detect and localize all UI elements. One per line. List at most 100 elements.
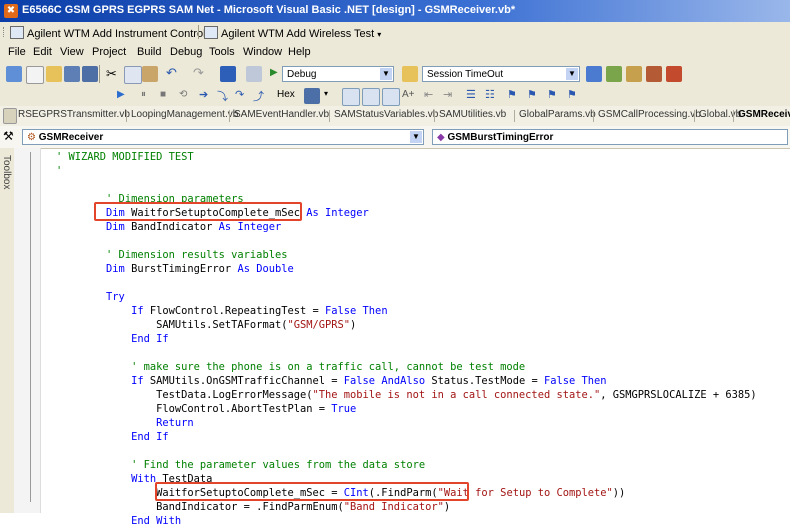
- add-instrument-control-button[interactable]: Agilent WTM Add Instrument Control: [10, 26, 206, 40]
- open-folder-icon[interactable]: [46, 66, 62, 82]
- code-token: End With: [56, 515, 182, 527]
- code-line[interactable]: ' make sure the phone is on a traffic ca…: [56, 360, 757, 374]
- navigate-backward-icon[interactable]: [220, 66, 236, 82]
- undo-icon[interactable]: ↶: [166, 65, 177, 81]
- class-name-select[interactable]: ⚙ GSMReceiver ▼: [22, 129, 424, 145]
- clear-bookmarks-icon[interactable]: ⚑: [567, 88, 577, 101]
- toolbox-strip[interactable]: [0, 148, 15, 513]
- menu-build[interactable]: Build: [137, 46, 161, 58]
- start-debug-icon[interactable]: ▶: [270, 67, 278, 78]
- properties-icon[interactable]: [606, 66, 622, 82]
- outline-line: [30, 152, 31, 502]
- continue-icon[interactable]: ▶: [117, 89, 125, 100]
- code-line[interactable]: If SAMUtils.OnGSMTrafficChannel = False …: [56, 374, 757, 388]
- comment-out-icon[interactable]: ☰: [466, 88, 476, 101]
- toolbox-icon[interactable]: [626, 66, 642, 82]
- tab-gsmreceiver[interactable]: GSMReceiver.vb: [738, 109, 790, 120]
- add-wireless-test-button[interactable]: Agilent WTM Add Wireless Test ▾: [204, 26, 381, 40]
- code-line[interactable]: [56, 178, 757, 192]
- code-line[interactable]: ' Dimension results variables: [56, 248, 757, 262]
- navigate-forward-icon[interactable]: [246, 66, 262, 82]
- tab-loopingmanagement[interactable]: LoopingManagement.vb: [131, 109, 238, 120]
- decrease-indent-icon[interactable]: ⇤: [424, 88, 433, 101]
- restart-icon[interactable]: ⟲: [179, 89, 187, 100]
- pause-icon[interactable]: ⏸: [141, 89, 146, 100]
- menu-view[interactable]: View: [60, 46, 84, 58]
- save-all-icon[interactable]: [82, 66, 98, 82]
- code-line[interactable]: SAMUtils.SetTAFormat("GSM/GPRS"): [56, 318, 757, 332]
- code-line[interactable]: [56, 234, 757, 248]
- tab-sameventhandler[interactable]: SAMEventHandler.vb: [234, 109, 329, 120]
- new-project-icon[interactable]: [6, 66, 22, 82]
- tab-gsmcallprocessing[interactable]: GSMCallProcessing.vb: [598, 109, 701, 120]
- tab-globalparams[interactable]: GlobalParams.vb: [519, 109, 596, 120]
- find-combo[interactable]: Session TimeOut ▼: [422, 66, 580, 82]
- code-line[interactable]: ' WIZARD MODIFIED TEST: [56, 150, 757, 164]
- code-line[interactable]: End If: [56, 332, 757, 346]
- uncomment-icon[interactable]: ☷: [485, 88, 495, 101]
- chevron-down-icon: ▾: [377, 30, 382, 39]
- code-line[interactable]: End With: [56, 514, 757, 528]
- method-name-select[interactable]: ◆ GSMBurstTimingError: [432, 129, 788, 145]
- object-browser-icon[interactable]: [646, 66, 662, 82]
- tab-samstatusvariables[interactable]: SAMStatusVariables.vb: [334, 109, 438, 120]
- code-line[interactable]: Dim BandIndicator As Integer: [56, 220, 757, 234]
- show-next-statement-icon[interactable]: ➔: [199, 88, 208, 101]
- tab-rsegprstransmitter[interactable]: RSEGPRSTransmitter.vb: [18, 109, 130, 120]
- code-line[interactable]: Try: [56, 290, 757, 304]
- code-line[interactable]: End If: [56, 430, 757, 444]
- code-line[interactable]: TestData.LogErrorMessage("The mobile is …: [56, 388, 757, 402]
- class-view-icon[interactable]: [666, 66, 682, 82]
- copy-icon[interactable]: [124, 66, 142, 84]
- complete-word-icon[interactable]: A+: [402, 89, 415, 100]
- toggle-bookmark-icon[interactable]: ⚑: [507, 88, 517, 101]
- add-item-icon[interactable]: [26, 66, 44, 84]
- save-icon[interactable]: [64, 66, 80, 82]
- code-line[interactable]: If FlowControl.RepeatingTest = False The…: [56, 304, 757, 318]
- chevron-down-icon[interactable]: ▾: [324, 89, 328, 98]
- quick-info-icon[interactable]: [382, 88, 400, 106]
- menu-help[interactable]: Help: [288, 46, 311, 58]
- breakpoints-icon[interactable]: [304, 88, 320, 104]
- find-in-files-icon[interactable]: [402, 66, 418, 82]
- menu-tools[interactable]: Tools: [209, 46, 235, 58]
- menu-debug[interactable]: Debug: [170, 46, 202, 58]
- next-bookmark-icon[interactable]: ⚑: [527, 88, 537, 101]
- menu-project[interactable]: Project: [92, 46, 126, 58]
- code-token: BandIndicator = .FindParmEnum(: [56, 501, 344, 513]
- code-line[interactable]: Return: [56, 416, 757, 430]
- hex-toggle-button[interactable]: Hex: [277, 89, 295, 100]
- code-line[interactable]: ' Find the parameter values from the dat…: [56, 458, 757, 472]
- paste-icon[interactable]: [142, 66, 158, 82]
- tab-global[interactable]: Global.vb: [699, 109, 741, 120]
- editor-gutter: [14, 148, 41, 513]
- redo-icon[interactable]: ↷: [193, 65, 204, 81]
- step-out-icon[interactable]: ⤴: [253, 88, 264, 104]
- code-line[interactable]: BandIndicator = .FindParmEnum("Band Indi…: [56, 500, 757, 514]
- toolbox-pin-icon[interactable]: ⚒: [3, 129, 14, 143]
- toolbox-tab[interactable]: Toolbox: [1, 155, 12, 189]
- object-members-icon[interactable]: [342, 88, 360, 106]
- code-line[interactable]: ': [56, 164, 757, 178]
- grip-handle[interactable]: [3, 27, 7, 37]
- code-line[interactable]: [56, 444, 757, 458]
- code-line[interactable]: FlowControl.AbortTestPlan = True: [56, 402, 757, 416]
- code-line[interactable]: [56, 346, 757, 360]
- stop-icon[interactable]: ■: [160, 89, 166, 100]
- code-line[interactable]: Dim BurstTimingError As Double: [56, 262, 757, 276]
- tab-samutilities[interactable]: SAMUtilities.vb: [439, 109, 506, 120]
- menu-edit[interactable]: Edit: [33, 46, 52, 58]
- step-over-icon[interactable]: ↷: [235, 88, 244, 101]
- code-line[interactable]: [56, 276, 757, 290]
- previous-bookmark-icon[interactable]: ⚑: [547, 88, 557, 101]
- parameter-info-icon[interactable]: [362, 88, 380, 106]
- code-token: True: [331, 403, 357, 415]
- increase-indent-icon[interactable]: ⇥: [443, 88, 452, 101]
- cut-icon[interactable]: ✂: [106, 66, 117, 82]
- solution-explorer-icon[interactable]: [586, 66, 602, 82]
- menu-window[interactable]: Window: [243, 46, 282, 58]
- solution-config-select[interactable]: Debug ▼: [282, 66, 394, 82]
- step-into-icon[interactable]: ⤵: [217, 88, 228, 104]
- menu-file[interactable]: File: [8, 46, 26, 58]
- code-token: "GSM/GPRS": [287, 319, 351, 331]
